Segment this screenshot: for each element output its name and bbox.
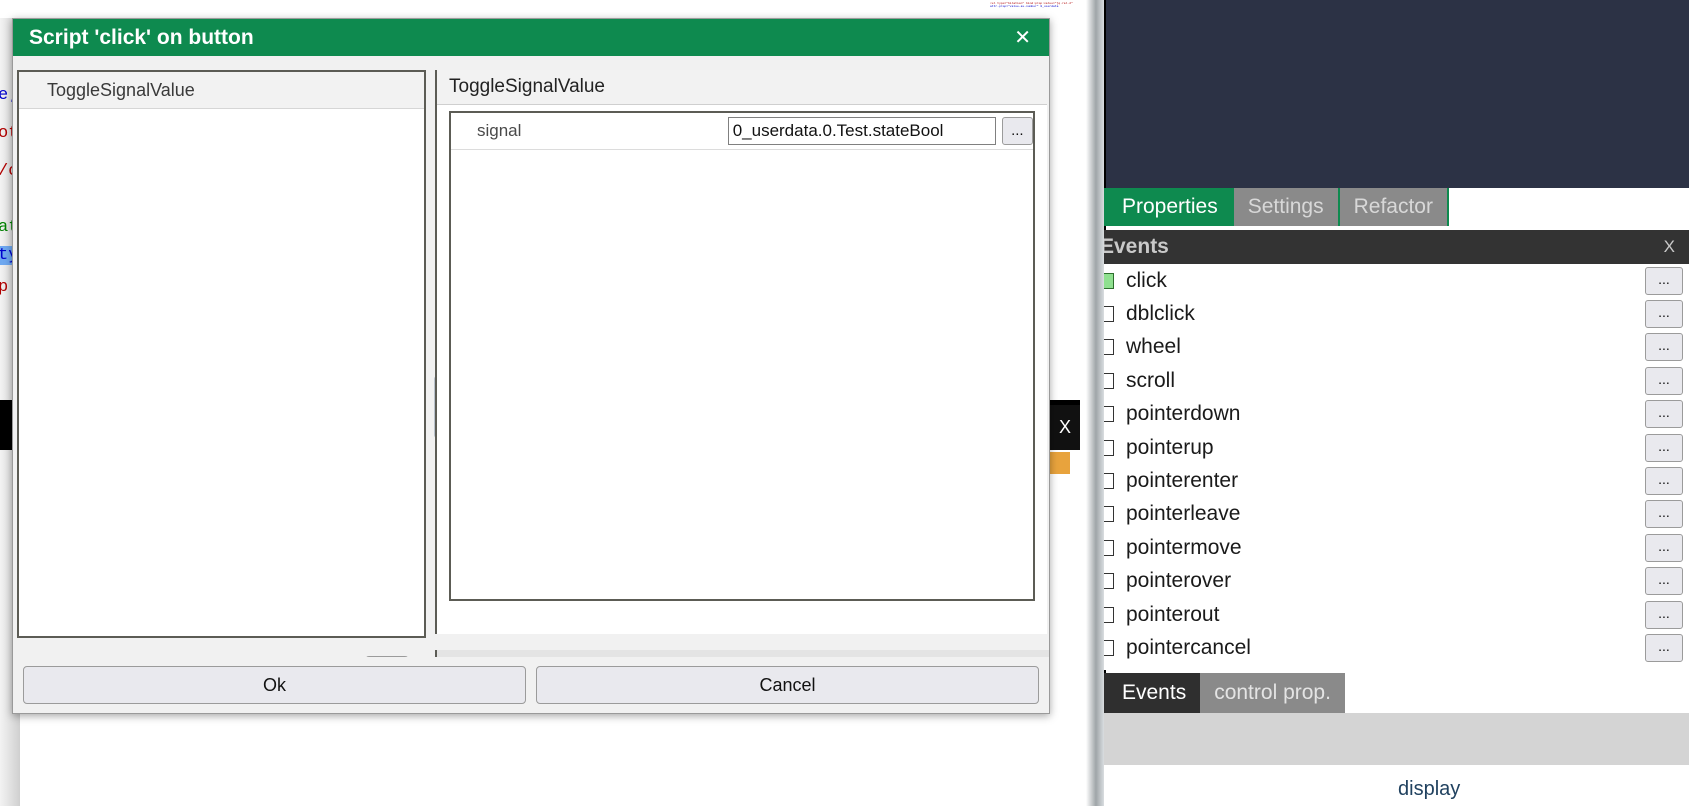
- code-minimap: <el type="bilation" bind:prop:value="[q.…: [990, 2, 1080, 18]
- event-label: pointermove: [1126, 535, 1242, 559]
- event-row[interactable]: pointerover...: [1086, 565, 1689, 598]
- ok-button[interactable]: Ok: [23, 666, 526, 704]
- bottom-tab-events[interactable]: Events: [1108, 673, 1201, 713]
- footer-label: display: [1398, 778, 1461, 800]
- event-options-button[interactable]: ...: [1645, 600, 1683, 629]
- script-editor-dialog: Script 'click' on button ✕ ToggleSignalV…: [12, 18, 1050, 714]
- event-row[interactable]: pointerdown...: [1086, 398, 1689, 431]
- event-label: wheel: [1126, 335, 1181, 359]
- parameters-box: signal ...: [449, 111, 1035, 601]
- bottom-tab-label: control prop.: [1214, 681, 1331, 704]
- event-options-button[interactable]: ...: [1645, 533, 1683, 562]
- script-detail-pane: ToggleSignalValue signal ...: [435, 70, 1047, 634]
- event-label: pointerdown: [1126, 402, 1241, 426]
- event-row[interactable]: click...: [1086, 264, 1689, 297]
- event-options-button[interactable]: ...: [1645, 433, 1683, 462]
- tab-label: Settings: [1247, 195, 1324, 218]
- event-label: pointercancel: [1126, 635, 1251, 659]
- cancel-button[interactable]: Cancel: [536, 666, 1039, 704]
- signal-input[interactable]: [727, 117, 996, 145]
- event-options-button[interactable]: ...: [1645, 300, 1683, 329]
- event-options-button[interactable]: ...: [1645, 567, 1683, 596]
- dialog-titlebar: Script 'click' on button ✕: [13, 19, 1049, 56]
- event-options-button[interactable]: ...: [1645, 366, 1683, 395]
- event-label: pointerenter: [1126, 469, 1239, 493]
- bottom-tab-label: Events: [1122, 681, 1187, 704]
- tab-refactor[interactable]: Refactor: [1339, 188, 1447, 226]
- event-options-button[interactable]: ...: [1645, 400, 1683, 429]
- event-label: pointerout: [1126, 602, 1220, 626]
- panel-footer: [1086, 713, 1689, 766]
- browse-signal-button[interactable]: ...: [1001, 117, 1033, 145]
- event-row[interactable]: pointerleave...: [1086, 498, 1689, 531]
- event-options-button[interactable]: ...: [1645, 333, 1683, 362]
- event-row[interactable]: pointercancel...: [1086, 631, 1689, 664]
- dialog-title: Script 'click' on button: [29, 25, 254, 49]
- event-options-button[interactable]: ...: [1645, 633, 1683, 662]
- event-row[interactable]: pointerup...: [1086, 431, 1689, 464]
- tab-properties[interactable]: Properties: [1108, 188, 1232, 226]
- event-row[interactable]: pointerenter...: [1086, 464, 1689, 497]
- event-label: click: [1126, 268, 1167, 292]
- tab-bar-filler: [1448, 188, 1689, 226]
- event-label: pointerup: [1126, 435, 1214, 459]
- event-options-button[interactable]: ...: [1645, 500, 1683, 529]
- event-row[interactable]: pointerout...: [1086, 598, 1689, 631]
- dialog-footer: Ok Cancel: [13, 657, 1049, 713]
- events-list[interactable]: click... dblclick... wheel... scroll... poin…: [1086, 264, 1689, 670]
- event-label: pointerover: [1126, 569, 1232, 593]
- close-icon[interactable]: X: [1050, 405, 1080, 450]
- event-label: dblclick: [1126, 302, 1195, 326]
- close-icon[interactable]: ✕: [1006, 25, 1039, 50]
- event-row[interactable]: scroll...: [1086, 364, 1689, 397]
- close-icon[interactable]: X: [1664, 237, 1675, 257]
- event-label: scroll: [1126, 368, 1176, 392]
- editor-marker: [1048, 452, 1070, 474]
- script-list-pane: ToggleSignalValue: [17, 70, 426, 638]
- properties-panel: Properties Settings Refactor Events X clic…: [1086, 0, 1689, 806]
- bottom-tab-filler: [1344, 673, 1689, 713]
- dialog-body: ToggleSignalValue ToggleSignalValue sign…: [13, 56, 1049, 694]
- panel-bottom-tabs: Events control prop.: [1086, 673, 1689, 713]
- tab-label: Refactor: [1353, 195, 1433, 218]
- event-row[interactable]: dblclick...: [1086, 297, 1689, 330]
- events-title: Events: [1100, 235, 1169, 258]
- list-item[interactable]: ToggleSignalValue: [19, 72, 424, 109]
- event-row[interactable]: pointermove...: [1086, 531, 1689, 564]
- bottom-tab-control-prop-[interactable]: control prop.: [1200, 673, 1345, 713]
- detail-header: ToggleSignalValue: [437, 70, 1047, 105]
- event-options-button[interactable]: ...: [1645, 266, 1683, 295]
- event-label: pointerleave: [1126, 502, 1241, 526]
- event-options-button[interactable]: ...: [1645, 467, 1683, 496]
- tab-settings[interactable]: Settings: [1233, 188, 1338, 226]
- panel-resize-handle[interactable]: [1086, 0, 1104, 806]
- parameter-label: signal: [477, 121, 522, 140]
- event-row[interactable]: wheel...: [1086, 331, 1689, 364]
- panel-footer-bottom: [1086, 765, 1689, 806]
- panel-preview-area: [1086, 0, 1689, 188]
- tab-label: Properties: [1122, 195, 1218, 218]
- parameter-row: signal ...: [451, 113, 1033, 150]
- app-root: nd-prop:value-as-number="=0_userdata_0_T…: [0, 0, 1689, 806]
- panel-tabs: Properties Settings Refactor: [1086, 188, 1689, 226]
- minimap-line: attr-prop="value-as-number" 0_userdata: [990, 5, 1059, 9]
- events-header: Events X: [1086, 230, 1689, 264]
